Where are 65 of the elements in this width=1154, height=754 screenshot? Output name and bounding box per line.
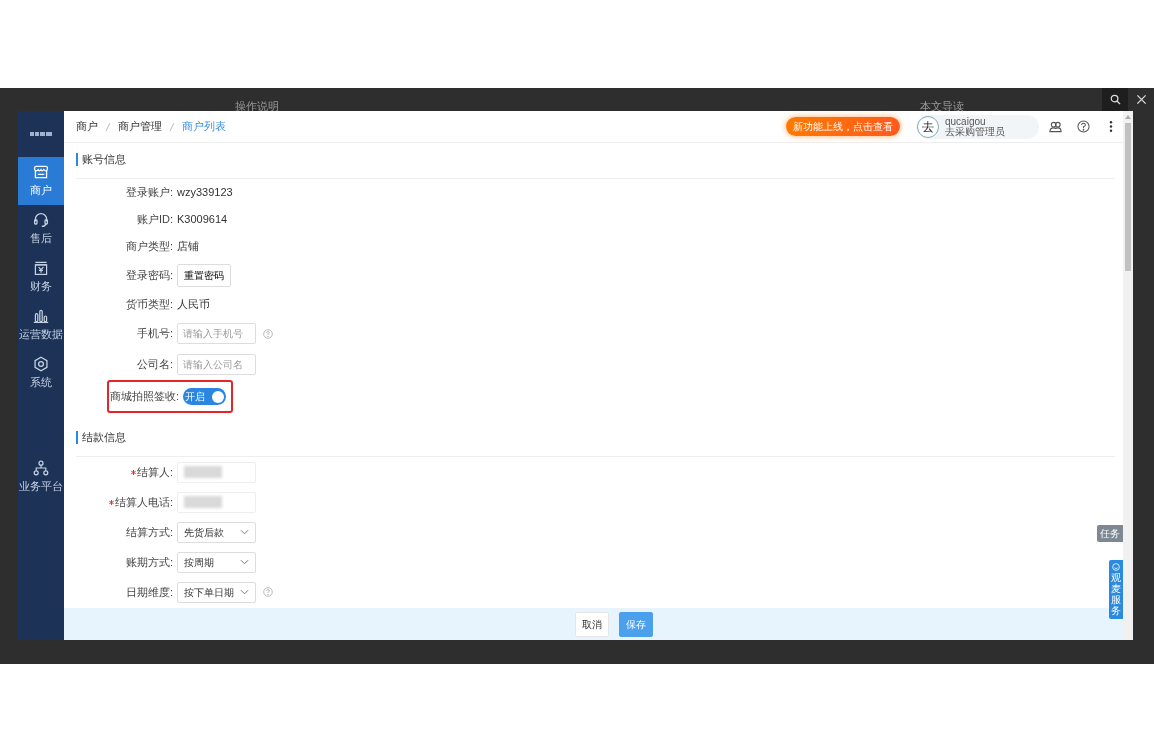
- field-value: 人民币: [177, 297, 210, 313]
- field-label: 结算方式:: [124, 524, 174, 540]
- field-label: 登录账户:: [124, 185, 174, 201]
- field-label: 登录密码:: [124, 268, 174, 284]
- input-field[interactable]: [177, 491, 256, 513]
- select-field[interactable]: 按下单日期: [177, 581, 256, 603]
- nav-item[interactable]: 商户: [18, 157, 64, 205]
- arrow-up-icon: [1125, 115, 1131, 119]
- field-label: 结算人:: [76, 463, 177, 481]
- search-icon[interactable]: [1109, 94, 1121, 105]
- field-label: 日期维度:: [124, 584, 174, 600]
- input-field[interactable]: [177, 461, 256, 483]
- more-icon[interactable]: [1109, 120, 1113, 133]
- separator-icon: [105, 121, 111, 132]
- nav-item[interactable]: 售后: [18, 205, 64, 253]
- chevron-icon: [240, 589, 249, 595]
- field-value: K3009614: [177, 212, 228, 228]
- user-chip[interactable]: 去 qucaigou 去采购管理员: [916, 114, 1039, 139]
- section-title: 结款信息: [76, 431, 1115, 444]
- users-icon[interactable]: [1048, 120, 1062, 133]
- smiley-icon: [1112, 563, 1120, 571]
- breadcrumb-link[interactable]: 商户: [76, 118, 98, 135]
- field-label: 账户ID:: [135, 212, 174, 228]
- toggle-switch[interactable]: 开启: [183, 388, 226, 405]
- user-name: qucaigou: [945, 116, 987, 127]
- nav-item[interactable]: 系统: [18, 349, 64, 397]
- input-field[interactable]: 请输入手机号: [177, 323, 256, 344]
- field-value: 店铺: [177, 239, 199, 255]
- breadcrumb-link[interactable]: 商户管理: [118, 118, 162, 135]
- field-value: wzy339123: [177, 185, 233, 201]
- chevron-icon: [240, 529, 249, 535]
- shop-icon: [33, 163, 49, 180]
- select-field[interactable]: 先货后款: [177, 521, 256, 543]
- chevron-icon: [240, 559, 249, 565]
- section-title: 账号信息: [76, 153, 1115, 166]
- service-tab[interactable]: 观麦服务: [1109, 560, 1123, 619]
- headset-icon: [33, 211, 49, 228]
- field-label: 手机号:: [135, 326, 174, 342]
- field-label: 公司名:: [135, 357, 174, 373]
- task-tab[interactable]: 任务: [1097, 525, 1123, 542]
- logo-icon: [30, 131, 52, 137]
- nav-item[interactable]: 运营数据: [18, 301, 64, 349]
- select-field[interactable]: 按周期: [177, 551, 256, 573]
- cash-box-icon: [33, 259, 49, 276]
- field-label: 商城拍照签收:: [109, 389, 180, 405]
- user-role: 去采购管理员: [945, 126, 1005, 137]
- avatar: 去: [917, 115, 939, 138]
- input-field[interactable]: 请输入公司名: [177, 354, 256, 375]
- nav-item[interactable]: 财务: [18, 253, 64, 301]
- caption-text: 操作说明: [235, 99, 279, 114]
- network-icon: [33, 459, 49, 476]
- field-label: 商户类型:: [124, 239, 174, 255]
- settings-icon: [33, 355, 49, 372]
- field-label: 账期方式:: [124, 554, 174, 570]
- caption-text: 本文导读: [920, 99, 964, 114]
- scrollbar[interactable]: [1123, 111, 1133, 640]
- nav-item[interactable]: 业务平台: [18, 453, 64, 501]
- separator-icon: [169, 121, 175, 132]
- field-label: 结算人电话:: [76, 493, 177, 511]
- close-icon[interactable]: [1135, 94, 1147, 105]
- help-icon[interactable]: [1076, 120, 1090, 133]
- bar-chart-icon: [33, 307, 49, 324]
- cancel-button[interactable]: 取消: [574, 611, 609, 637]
- field-label: 货币类型:: [124, 297, 174, 313]
- reset-password-button[interactable]: 重置密码: [177, 264, 231, 287]
